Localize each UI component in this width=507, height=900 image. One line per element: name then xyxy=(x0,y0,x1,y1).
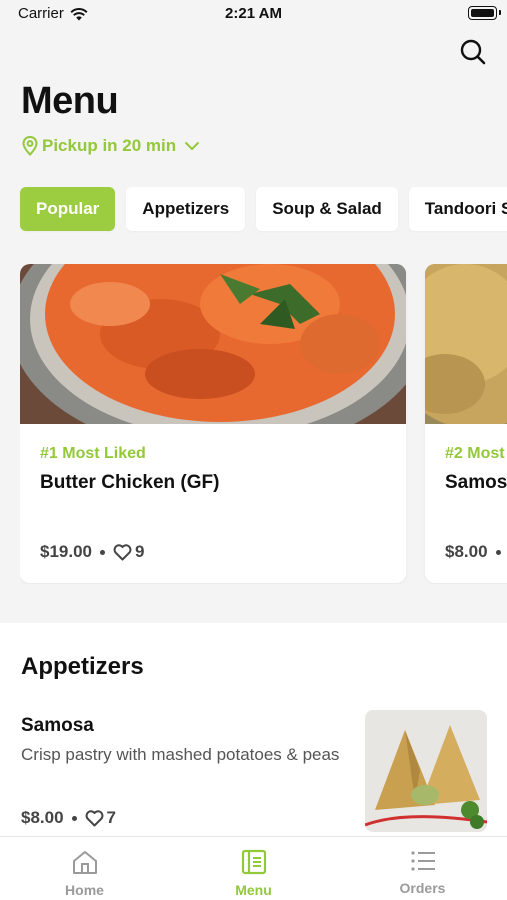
featured-carousel[interactable]: #1 Most Liked Butter Chicken (GF) $19.00… xyxy=(20,264,507,584)
pickup-label: Pickup in 20 min xyxy=(42,136,177,155)
heart-icon xyxy=(113,543,132,560)
separator-dot xyxy=(71,815,77,821)
nav-menu[interactable]: Menu xyxy=(169,837,338,900)
samosa-image xyxy=(425,264,507,424)
tab-soup-salad[interactable]: Soup & Salad xyxy=(256,187,398,231)
search-icon xyxy=(460,39,486,65)
battery-icon xyxy=(468,6,497,20)
like-count: 9 xyxy=(135,542,145,561)
featured-card[interactable]: #2 Most Samos $8.00 xyxy=(425,264,507,583)
section-title: Appetizers xyxy=(21,653,144,680)
samosa-thumbnail[interactable] xyxy=(365,710,487,832)
card-rank: #2 Most xyxy=(445,445,505,462)
battery-tip xyxy=(499,10,501,15)
card-meta: $8.00 xyxy=(445,542,501,562)
pickup-selector[interactable]: Pickup in 20 min xyxy=(22,136,200,156)
card-price: $19.00 xyxy=(40,542,92,561)
status-time: 2:21 AM xyxy=(225,5,282,22)
home-icon xyxy=(72,851,97,874)
card-name: Butter Chicken (GF) xyxy=(40,472,220,493)
butter-chicken-image xyxy=(20,264,406,424)
category-tabs: Popular Appetizers Soup & Salad Tandoori… xyxy=(20,187,507,231)
list-icon xyxy=(410,851,435,871)
separator-dot xyxy=(100,549,105,555)
nav-home[interactable]: Home xyxy=(0,837,169,900)
card-body: #1 Most Liked Butter Chicken (GF) $19.00… xyxy=(20,424,406,583)
menu-book-icon xyxy=(241,849,266,875)
nav-home-label: Home xyxy=(65,882,104,898)
bottom-tab-bar: Home Menu Orders xyxy=(0,836,507,900)
item-meta: $8.00 7 xyxy=(21,808,116,828)
tab-tandoori[interactable]: Tandoori S xyxy=(408,187,507,231)
like-button[interactable]: 7 xyxy=(85,808,116,828)
search-button[interactable] xyxy=(459,38,487,66)
card-body: #2 Most Samos $8.00 xyxy=(425,424,507,583)
card-name: Samos xyxy=(445,472,507,493)
nav-orders-label: Orders xyxy=(399,880,446,896)
nav-menu-label: Menu xyxy=(235,882,272,898)
card-price: $8.00 xyxy=(445,542,488,561)
like-count: 7 xyxy=(106,808,117,827)
page-title: Menu xyxy=(21,80,119,122)
heart-icon xyxy=(85,809,103,826)
item-description: Crisp pastry with mashed potatoes & peas xyxy=(21,745,340,764)
tab-popular[interactable]: Popular xyxy=(20,187,116,231)
location-pin-icon xyxy=(22,136,38,156)
chevron-down-icon xyxy=(185,142,200,150)
separator-dot xyxy=(495,549,501,555)
status-bar: Carrier 2:21 AM xyxy=(0,0,507,30)
tab-appetizers[interactable]: Appetizers xyxy=(126,187,246,231)
appetizers-section: Appetizers Samosa Crisp pastry with mash… xyxy=(0,623,507,843)
item-name[interactable]: Samosa xyxy=(21,715,94,737)
card-rank: #1 Most Liked xyxy=(40,445,146,462)
card-meta: $19.00 9 xyxy=(40,542,144,562)
like-button[interactable]: 9 xyxy=(113,542,144,562)
item-price: $8.00 xyxy=(21,808,64,827)
featured-card[interactable]: #1 Most Liked Butter Chicken (GF) $19.00… xyxy=(20,264,406,583)
nav-orders[interactable]: Orders xyxy=(338,837,507,900)
